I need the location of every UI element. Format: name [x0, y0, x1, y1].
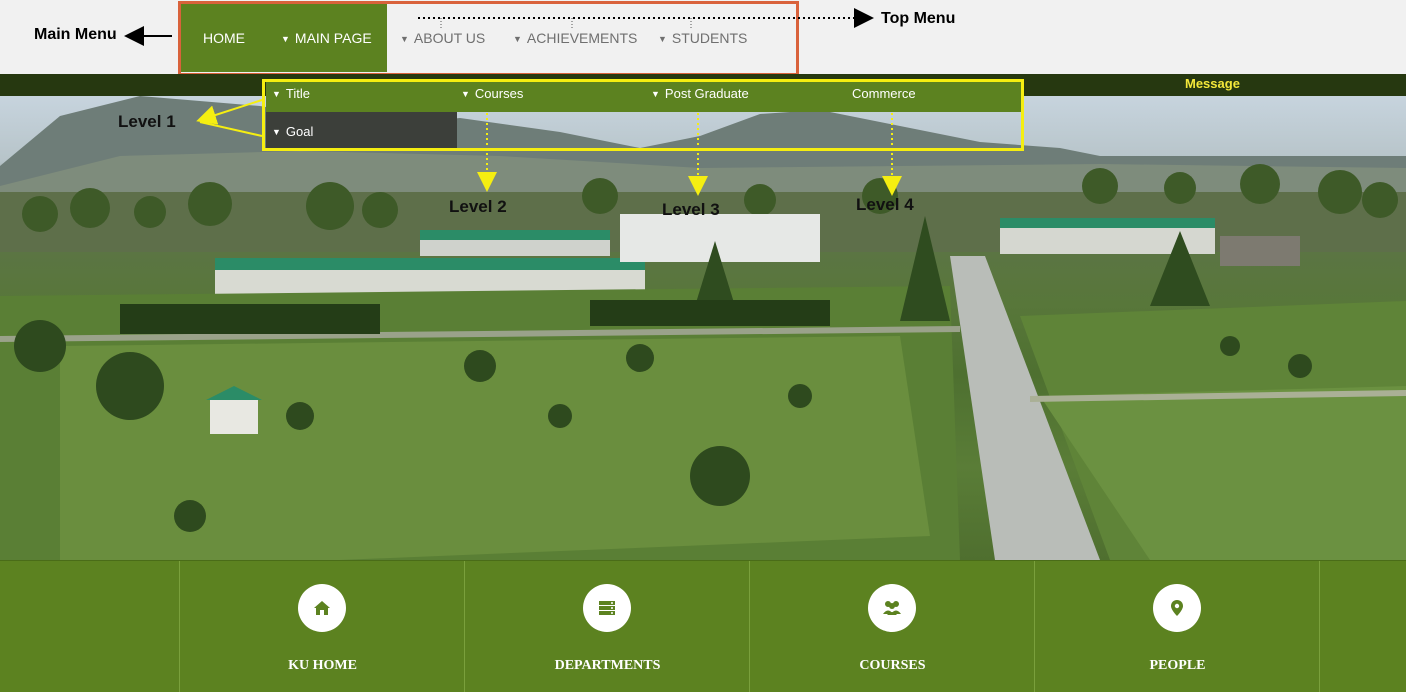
level4-annotation-label: Level 4: [856, 195, 914, 214]
tile-ku-home[interactable]: KU HOME: [179, 561, 464, 692]
tile-label: PEOPLE: [1149, 658, 1206, 673]
top-menu-annotation-label: Top Menu: [881, 10, 956, 27]
map-marker-icon: [1153, 584, 1201, 632]
tile-label: DEPARTMENTS: [554, 658, 661, 673]
server-icon: [583, 584, 631, 632]
tile-label: COURSES: [859, 658, 926, 673]
users-icon: [868, 584, 916, 632]
level3-annotation-label: Level 3: [662, 200, 720, 219]
level1-annotation-label: Level 1: [118, 112, 176, 131]
quick-links-footer: KU HOME DEPARTMENTS COURSES PEOPLE: [0, 560, 1406, 692]
tile-courses[interactable]: COURSES: [749, 561, 1034, 692]
campus-landscape: [0, 96, 1406, 560]
home-icon: [298, 584, 346, 632]
main-menu-annotation-box: [178, 1, 799, 76]
hero-campus-image: [0, 96, 1406, 560]
tile-label: KU HOME: [288, 658, 357, 673]
levels-annotation-box: [262, 79, 1024, 151]
main-menu-annotation-label: Main Menu: [34, 26, 117, 43]
message-link[interactable]: Message: [1185, 76, 1240, 91]
tile-divider-end: [1319, 561, 1406, 692]
tile-departments[interactable]: DEPARTMENTS: [464, 561, 749, 692]
level2-annotation-label: Level 2: [449, 197, 507, 216]
tile-people[interactable]: PEOPLE: [1034, 561, 1319, 692]
